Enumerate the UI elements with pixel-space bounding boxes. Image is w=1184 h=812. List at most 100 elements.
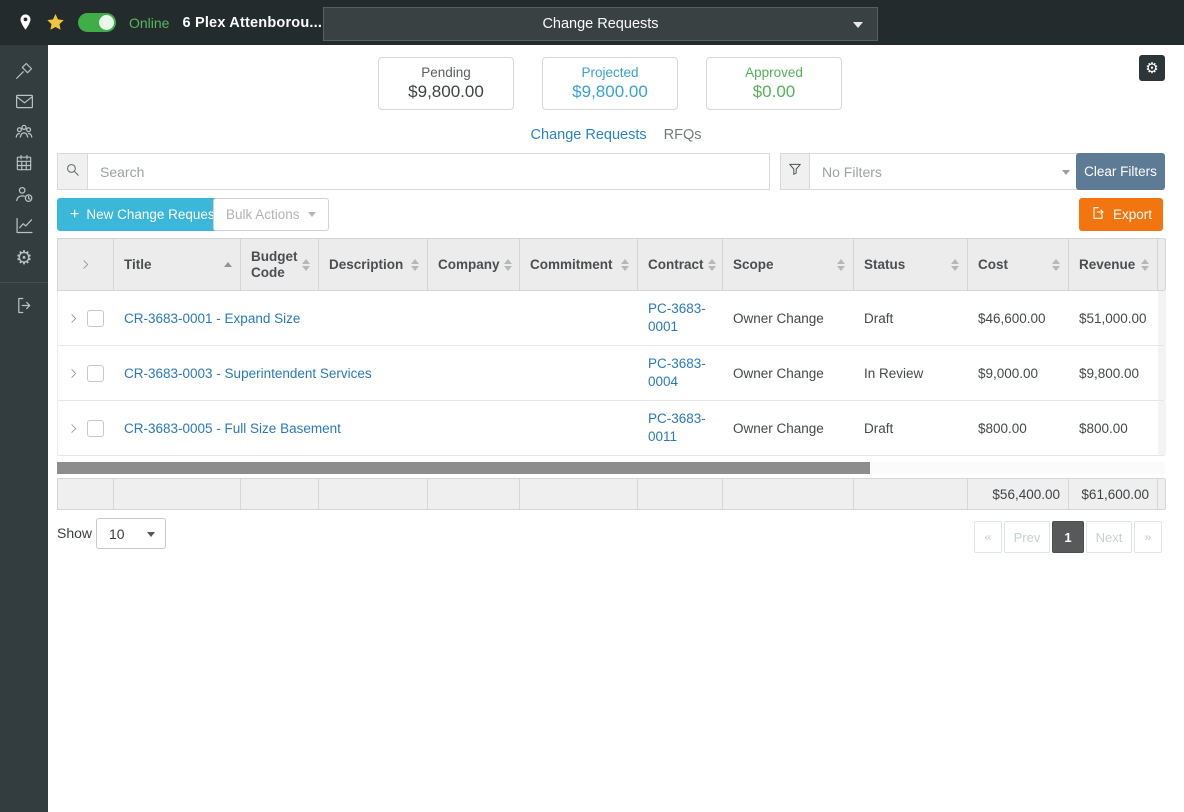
envelope-icon: [14, 91, 35, 117]
last-page-button[interactable]: »: [1134, 521, 1162, 553]
sort-icon: [1141, 259, 1149, 271]
first-page-button[interactable]: «: [974, 521, 1002, 553]
summary-cards: Pending $9,800.00 Projected $9,800.00 Ap…: [378, 57, 842, 110]
sidebar-item-messages[interactable]: [0, 88, 48, 119]
column-header-scope[interactable]: Scope: [723, 239, 854, 290]
tab-change-requests[interactable]: Change Requests: [531, 127, 647, 143]
bulk-actions-button[interactable]: Bulk Actions: [213, 198, 329, 231]
prev-page-button[interactable]: Prev: [1004, 521, 1050, 553]
search-input[interactable]: [88, 153, 770, 190]
main-content: Pending $9,800.00 Projected $9,800.00 Ap…: [48, 45, 1184, 812]
row-checkbox[interactable]: [87, 420, 104, 437]
expand-row-icon[interactable]: [67, 367, 80, 380]
cost-cell: $46,600.00: [968, 291, 1069, 345]
column-header-title[interactable]: Title: [114, 239, 241, 290]
overflow-cell: [1158, 401, 1166, 455]
change-request-link[interactable]: CR-3683-0003 - Superintendent Services: [124, 366, 372, 381]
sidebar-item-team[interactable]: [0, 119, 48, 150]
contract-link[interactable]: PC-3683-0004: [648, 355, 709, 391]
scope-cell: Owner Change: [723, 291, 854, 345]
column-header-revenue[interactable]: Revenue: [1069, 239, 1158, 290]
project-name: 6 Plex Attenborou...: [182, 15, 322, 31]
column-label: Revenue: [1079, 257, 1135, 273]
page-size-select[interactable]: 10: [96, 518, 166, 549]
sort-icon: [951, 259, 959, 271]
show-label: Show: [57, 525, 92, 541]
user-clock-icon: [13, 183, 35, 210]
hammer-icon: [14, 60, 35, 86]
column-label: Company: [438, 257, 500, 273]
approved-label: Approved: [745, 65, 803, 80]
expand-row-icon[interactable]: [67, 422, 80, 435]
row-checkbox[interactable]: [87, 365, 104, 382]
column-header-contract[interactable]: Contract: [638, 239, 723, 290]
totals-cell: [638, 479, 723, 509]
change-request-link[interactable]: CR-3683-0005 - Full Size Basement: [124, 421, 341, 436]
column-header-budget-code[interactable]: Budget Code: [241, 239, 319, 290]
page-settings-button[interactable]: ⚙: [1139, 55, 1165, 81]
sidebar-item-settings[interactable]: ⚙: [0, 243, 48, 274]
column-label: Status: [864, 257, 905, 273]
sidebar-divider: [0, 282, 48, 283]
sort-icon: [411, 259, 419, 271]
line-chart-icon: [14, 215, 35, 241]
column-header-cost[interactable]: Cost: [968, 239, 1069, 290]
clear-filters-button[interactable]: Clear Filters: [1076, 153, 1165, 190]
contract-link[interactable]: PC-3683-0001: [648, 300, 709, 336]
change-request-link[interactable]: CR-3683-0001 - Expand Size: [124, 311, 300, 326]
new-change-request-label: New Change Request: [86, 207, 218, 222]
column-header-description[interactable]: Description: [319, 239, 428, 290]
row-controls: [58, 346, 114, 400]
page-selector-dropdown[interactable]: Change Requests: [323, 7, 878, 41]
column-label: Commitment: [530, 257, 613, 273]
column-label: Cost: [978, 257, 1008, 273]
expand-row-icon[interactable]: [67, 312, 80, 325]
table-row: CR-3683-0003 - Superintendent Services P…: [58, 346, 1164, 401]
column-label: Scope: [733, 257, 774, 273]
change-requests-table: Title Budget Code Description Company Co…: [57, 238, 1165, 456]
sort-icon: [504, 259, 512, 271]
caret-down-icon: [147, 532, 155, 537]
expand-all-header[interactable]: [58, 239, 114, 290]
topbar: Online 6 Plex Attenborou... Change Reque…: [0, 0, 1184, 45]
search-icon: [64, 161, 81, 183]
gear-icon: ⚙: [1145, 61, 1158, 76]
overflow-cell: [1158, 346, 1166, 400]
column-header-status[interactable]: Status: [854, 239, 968, 290]
sidebar-item-projects[interactable]: [0, 57, 48, 88]
page-size-value: 10: [109, 526, 125, 542]
column-header-company[interactable]: Company: [428, 239, 520, 290]
approved-card: Approved $0.00: [706, 57, 842, 110]
tab-rfqs[interactable]: RFQs: [664, 127, 702, 143]
calendar-icon: [14, 153, 34, 178]
current-page-button[interactable]: 1: [1052, 521, 1084, 553]
sidebar-item-schedule[interactable]: [0, 150, 48, 181]
row-controls: [58, 291, 114, 345]
horizontal-scrollbar-track[interactable]: [57, 462, 1165, 474]
sidebar-item-reports[interactable]: [0, 212, 48, 243]
commitment-cell: [520, 291, 638, 345]
online-label: Online: [129, 15, 169, 31]
description-cell: [319, 291, 428, 345]
filters-dropdown[interactable]: No Filters: [810, 153, 1083, 190]
search-icon-box: [57, 153, 88, 190]
horizontal-scrollbar-thumb[interactable]: [57, 462, 870, 474]
location-pin-icon[interactable]: [18, 13, 33, 32]
new-change-request-button[interactable]: + New Change Request: [57, 198, 231, 231]
totals-cell: [854, 479, 968, 509]
topbar-left-group: Online 6 Plex Attenborou...: [18, 0, 322, 45]
contract-link[interactable]: PC-3683-0011: [648, 410, 709, 446]
approved-value: $0.00: [753, 82, 796, 102]
sidebar-item-time[interactable]: [0, 181, 48, 212]
file-export-icon: [1090, 205, 1106, 224]
pending-label: Pending: [421, 65, 471, 80]
sidebar-item-logout[interactable]: [0, 292, 48, 323]
totals-cell: [241, 479, 319, 509]
next-page-button[interactable]: Next: [1086, 521, 1132, 553]
row-checkbox[interactable]: [87, 310, 104, 327]
search-filter-row: No Filters Clear Filters: [57, 153, 1165, 190]
export-button[interactable]: Export: [1079, 198, 1163, 231]
online-toggle[interactable]: [78, 13, 116, 32]
column-header-commitment[interactable]: Commitment: [520, 239, 638, 290]
favorite-star-icon[interactable]: [46, 14, 65, 32]
